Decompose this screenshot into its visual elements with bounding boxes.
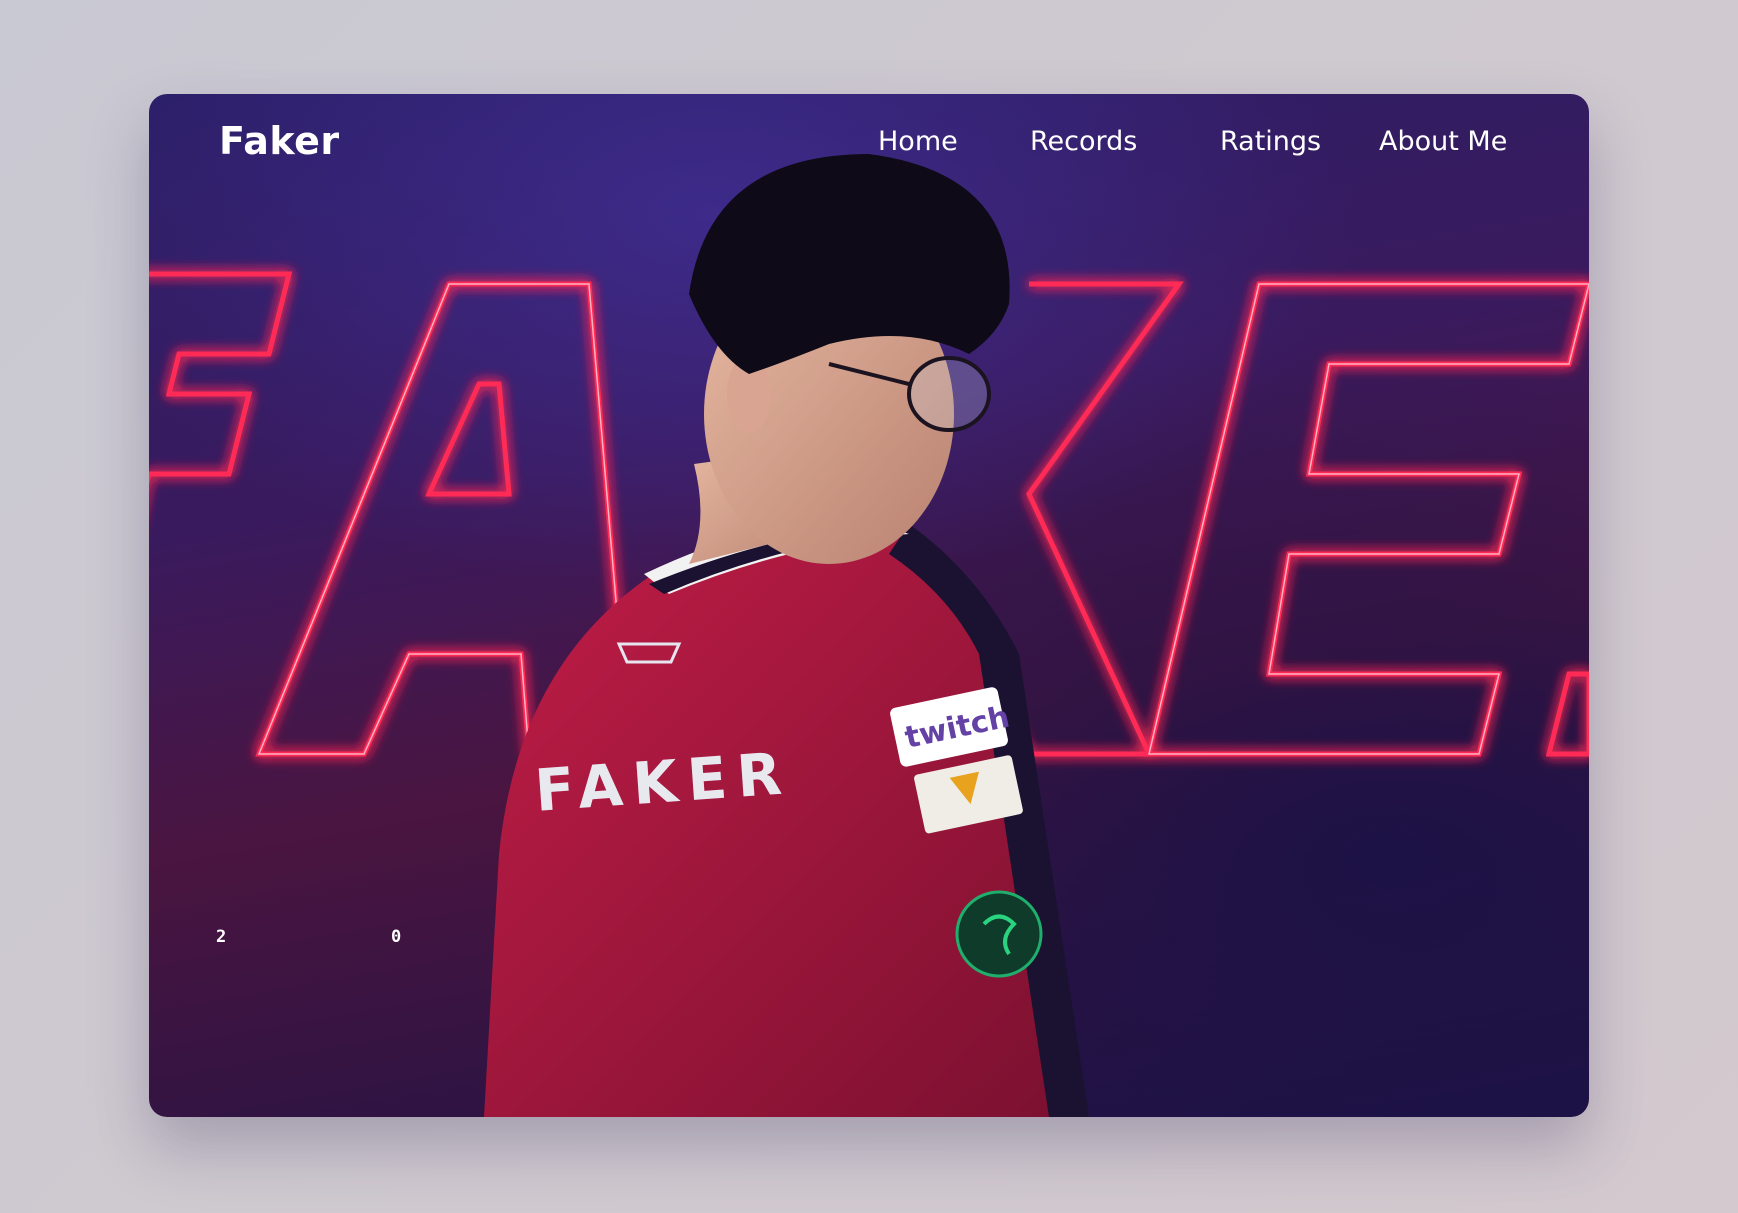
nav-link-home[interactable]: Home [878,126,958,157]
brand-logo[interactable]: Faker [219,119,340,163]
player-portrait: FAKER twitch [484,154,1089,1117]
nav-link-records[interactable]: Records [1030,126,1137,157]
hero-card: FAKER twitch Faker Home Records Ratings … [149,94,1589,1117]
top-navigation: Faker Home Records Ratings About Me [149,94,1589,204]
nav-link-about-me[interactable]: About Me [1379,126,1507,157]
nav-link-ratings[interactable]: Ratings [1220,126,1321,157]
year-digit: 0 [391,927,402,947]
year-digit: 2 [216,927,227,947]
